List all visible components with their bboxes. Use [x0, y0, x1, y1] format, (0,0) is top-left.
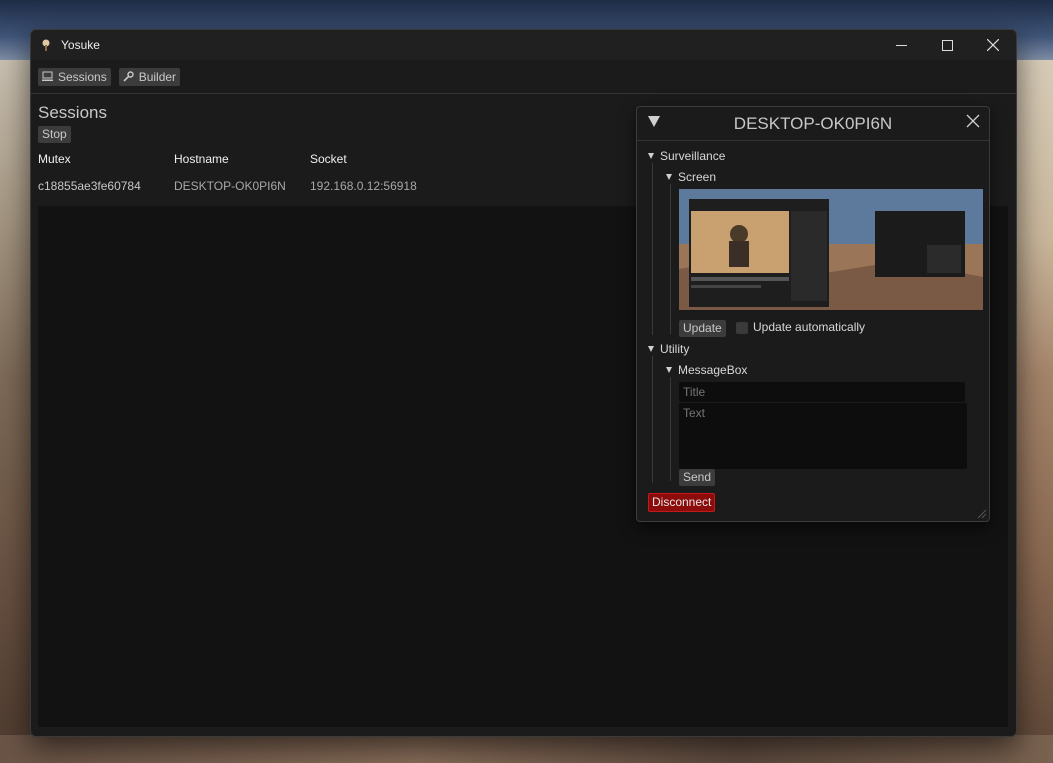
screen-preview-image — [679, 189, 983, 314]
expand-arrow-icon — [666, 174, 672, 180]
close-button[interactable] — [970, 30, 1016, 60]
screen-header[interactable]: Screen — [666, 170, 716, 184]
send-button[interactable]: Send — [679, 469, 716, 486]
panel-header[interactable]: DESKTOP-OK0PI6N — [637, 107, 989, 141]
surveillance-header[interactable]: Surveillance — [648, 149, 725, 163]
update-automatically-label[interactable]: Update automatically — [753, 320, 865, 334]
session-panel: DESKTOP-OK0PI6N Surveillance Screen Upda… — [636, 106, 990, 522]
column-header-socket[interactable]: Socket — [310, 152, 347, 166]
messagebox-text-input[interactable] — [679, 403, 967, 469]
messagebox-label: MessageBox — [678, 363, 748, 377]
cell-socket: 192.168.0.12:56918 — [310, 179, 417, 193]
toolbar: Sessions Builder — [31, 60, 1016, 94]
panel-title: DESKTOP-OK0PI6N — [733, 114, 893, 133]
tree-guide — [652, 356, 653, 483]
window-title: Yosuke — [61, 38, 100, 52]
column-header-mutex[interactable]: Mutex — [38, 152, 71, 166]
surveillance-label: Surveillance — [660, 149, 726, 163]
maximize-icon — [941, 39, 953, 51]
messagebox-header[interactable]: MessageBox — [666, 363, 747, 377]
wallpaper-left — [0, 60, 32, 763]
close-icon — [987, 39, 999, 51]
builder-tab-label: Builder — [138, 69, 177, 84]
sessions-tab-button[interactable]: Sessions — [38, 67, 111, 86]
stop-button[interactable]: Stop — [38, 126, 71, 143]
title-bar[interactable]: Yosuke — [31, 30, 1016, 60]
tree-guide — [652, 163, 653, 335]
sessions-heading: Sessions — [38, 103, 107, 122]
minimize-icon — [895, 44, 907, 46]
wallpaper-bottom — [0, 735, 1053, 763]
minimize-button[interactable] — [878, 30, 924, 60]
utility-header[interactable]: Utility — [648, 342, 689, 356]
wrench-icon — [123, 71, 134, 82]
cell-mutex: c18855ae3fe60784 — [38, 179, 141, 193]
screen-label: Screen — [678, 170, 717, 184]
resize-grip-icon[interactable] — [977, 509, 987, 519]
app-icon — [42, 39, 50, 51]
sessions-tab-label: Sessions — [58, 69, 107, 84]
expand-arrow-icon — [666, 367, 672, 373]
wallpaper-right — [1015, 60, 1053, 763]
messagebox-title-input[interactable] — [679, 382, 965, 402]
utility-label: Utility — [660, 342, 690, 356]
cell-hostname: DESKTOP-OK0PI6N — [174, 179, 286, 193]
panel-close-icon[interactable] — [966, 114, 980, 128]
maximize-button[interactable] — [924, 30, 970, 60]
expand-arrow-icon — [648, 346, 654, 352]
column-header-hostname[interactable]: Hostname — [174, 152, 229, 166]
screenshot-thumbnail — [679, 189, 983, 314]
computer-icon — [42, 71, 53, 81]
tree-guide — [670, 184, 671, 334]
builder-tab-button[interactable]: Builder — [118, 67, 181, 86]
disconnect-button[interactable]: Disconnect — [648, 493, 716, 512]
tree-guide — [670, 377, 671, 481]
update-automatically-checkbox[interactable] — [736, 322, 748, 334]
update-button[interactable]: Update — [679, 320, 726, 337]
expand-arrow-icon — [648, 153, 654, 159]
